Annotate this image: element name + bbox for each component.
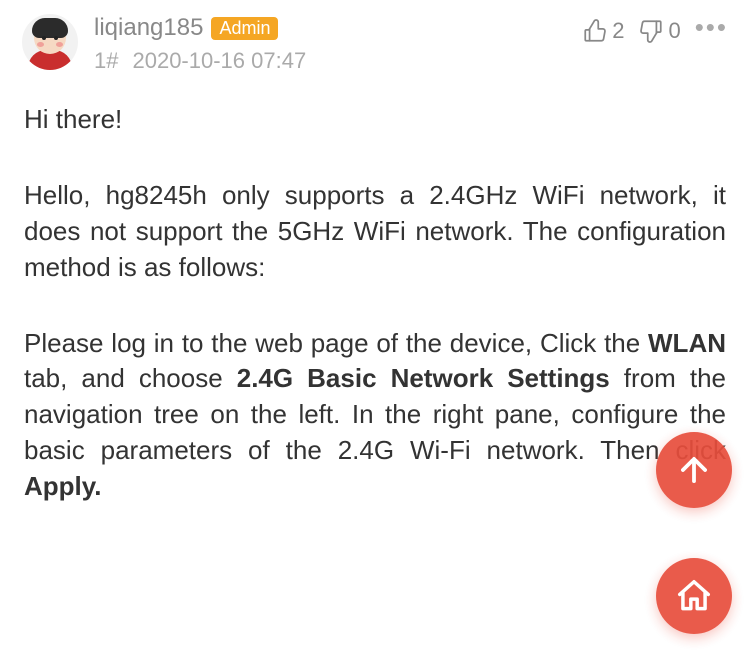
post-meta: liqiang185 Admin 1# 2020-10-16 07:47: [94, 14, 566, 74]
downvote-count: 0: [668, 18, 680, 44]
forum-post: liqiang185 Admin 1# 2020-10-16 07:47 2 0…: [0, 0, 750, 505]
timestamp: 2020-10-16 07:47: [132, 48, 306, 74]
thumbs-down-icon: [638, 18, 664, 44]
author-row: liqiang185 Admin: [94, 14, 566, 42]
settings-bold: 2.4G Basic Network Settings: [237, 363, 610, 393]
apply-bold: Apply.: [24, 471, 102, 501]
downvote-button[interactable]: 0: [638, 18, 680, 44]
avatar[interactable]: [22, 14, 78, 70]
post-actions: 2 0 •••: [582, 18, 728, 44]
paragraph-2: Please log in to the web page of the dev…: [24, 326, 726, 505]
greeting-text: Hi there!: [24, 102, 726, 138]
admin-badge: Admin: [211, 17, 278, 40]
upvote-button[interactable]: 2: [582, 18, 624, 44]
more-options-button[interactable]: •••: [695, 21, 728, 41]
floor-number: 1#: [94, 48, 118, 74]
thumbs-up-icon: [582, 18, 608, 44]
post-header: liqiang185 Admin 1# 2020-10-16 07:47 2 0…: [22, 14, 728, 74]
home-icon: [675, 577, 713, 615]
paragraph-1: Hello, hg8245h only supports a 2.4GHz Wi…: [24, 178, 726, 286]
upvote-count: 2: [612, 18, 624, 44]
scroll-top-button[interactable]: [656, 432, 732, 508]
arrow-up-icon: [675, 451, 713, 489]
wlan-bold: WLAN: [648, 328, 726, 358]
home-button[interactable]: [656, 558, 732, 634]
username[interactable]: liqiang185: [94, 14, 203, 42]
post-subinfo: 1# 2020-10-16 07:47: [94, 48, 566, 74]
post-body: Hi there! Hello, hg8245h only supports a…: [22, 102, 728, 505]
